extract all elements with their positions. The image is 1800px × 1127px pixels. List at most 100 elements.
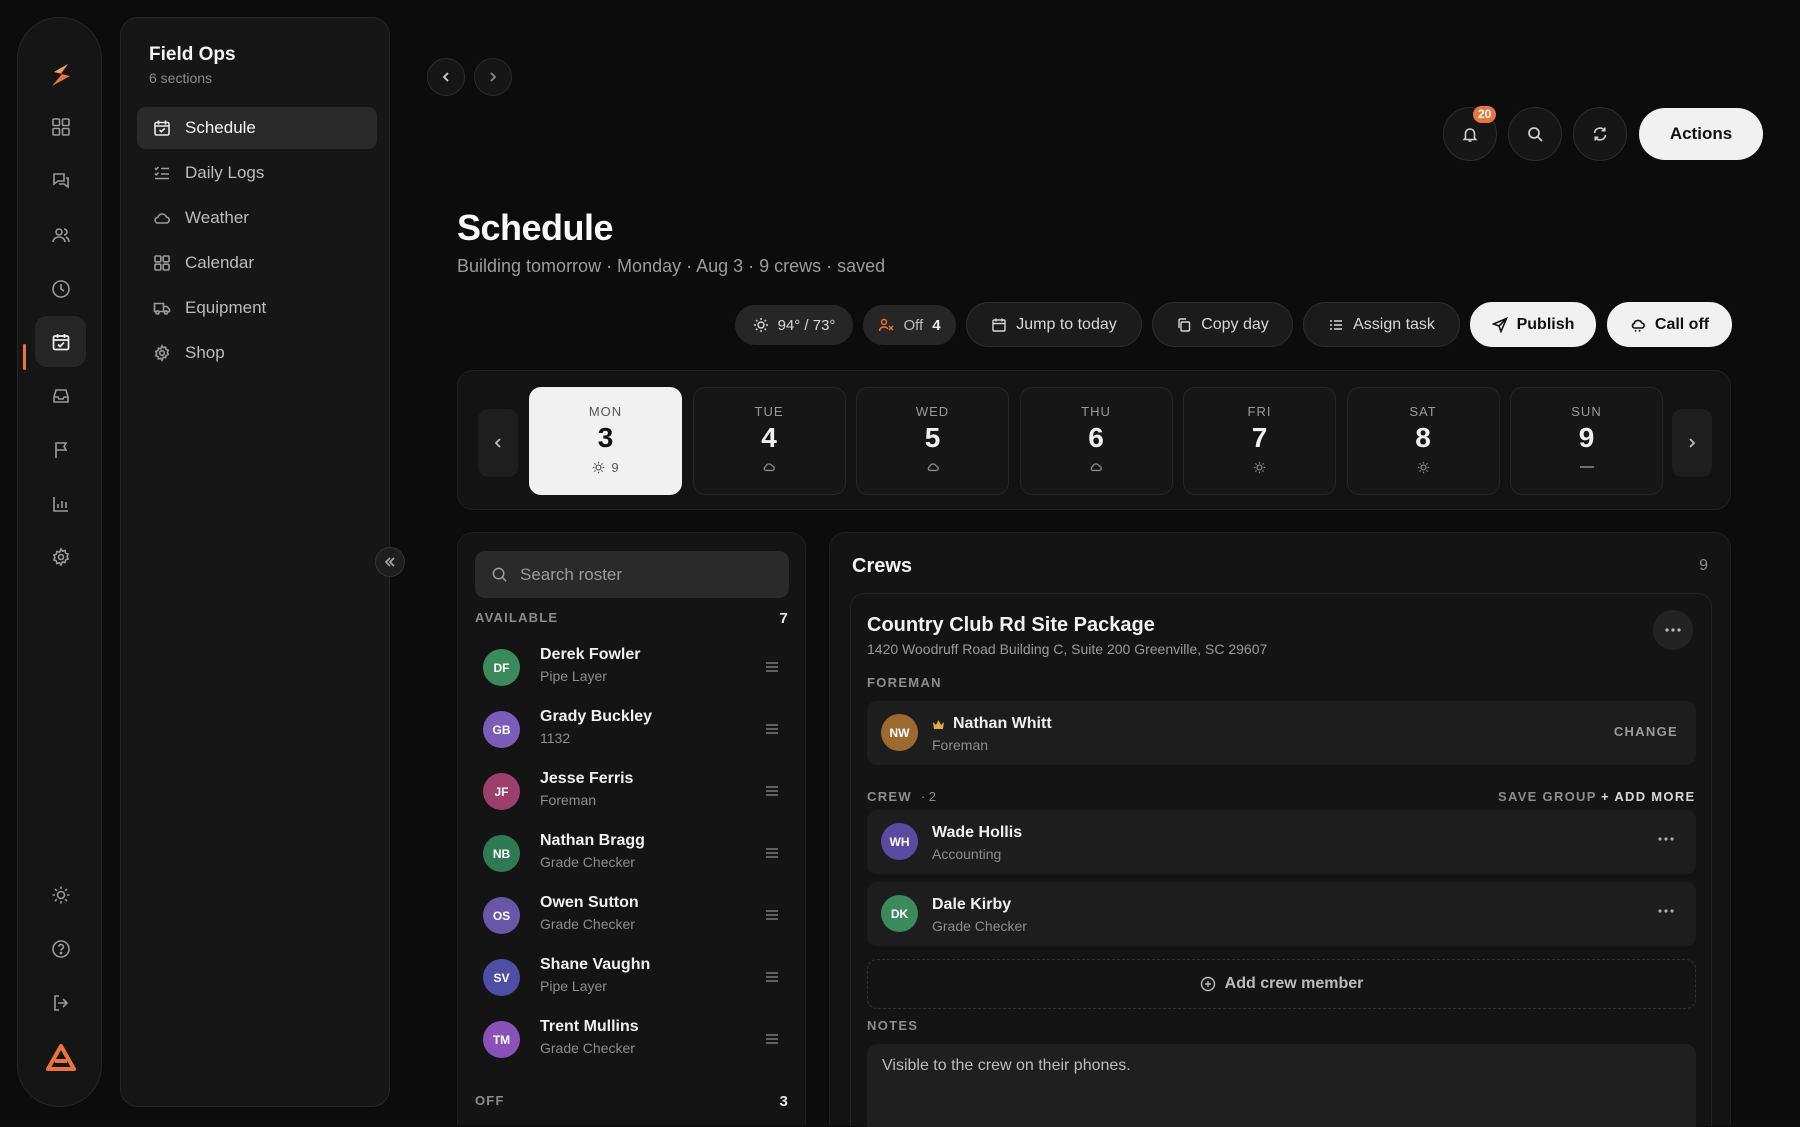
page-title: Schedule	[457, 207, 614, 248]
avatar: NW	[881, 714, 918, 751]
day-tile-mon[interactable]: MON 3 9	[529, 387, 682, 495]
roster-person[interactable]: JF Jesse Ferris Foreman	[483, 767, 789, 817]
clock-icon[interactable]	[35, 263, 86, 314]
theme-sun-icon[interactable]	[35, 869, 86, 920]
drag-handle-icon[interactable]	[765, 971, 779, 983]
roster-search-input[interactable]: Search roster	[475, 551, 789, 598]
day-name: SAT	[1409, 404, 1437, 419]
truck-icon	[153, 302, 171, 315]
sidebar-item-label: Weather	[185, 208, 249, 227]
publish-label: Publish	[1516, 315, 1575, 333]
sidebar-item-equipment[interactable]: Equipment	[137, 287, 377, 329]
flag-icon[interactable]	[35, 424, 86, 475]
sidebar-item-label: Shop	[185, 343, 225, 362]
collapse-sidebar-button[interactable]	[375, 547, 405, 577]
help-icon[interactable]	[35, 923, 86, 974]
settings-icon[interactable]	[35, 531, 86, 582]
person-role: 1132	[540, 730, 571, 746]
foreman-label: FOREMAN	[867, 675, 942, 690]
jump-to-today-label: Jump to today	[1016, 315, 1117, 333]
day-tile-thu[interactable]: THU 6	[1019, 387, 1173, 495]
day-tile-fri[interactable]: FRI 7	[1183, 387, 1336, 495]
search-icon	[1528, 127, 1543, 142]
inbox-icon[interactable]	[35, 370, 86, 421]
refresh-icon	[1593, 127, 1607, 141]
assign-task-button[interactable]: Assign task	[1303, 302, 1460, 347]
avatar: TM	[483, 1021, 520, 1058]
crew-member-row[interactable]: DK Dale Kirby Grade Checker	[867, 882, 1696, 946]
day-date: 8	[1415, 422, 1431, 453]
sidebar-item-label: Daily Logs	[185, 163, 265, 182]
roster-person[interactable]: OS Owen Sutton Grade Checker	[483, 891, 789, 941]
users-icon[interactable]	[35, 209, 86, 260]
drag-handle-icon[interactable]	[765, 847, 779, 859]
jump-to-today-button[interactable]: Jump to today	[966, 302, 1142, 347]
sidebar-item-shop[interactable]: Shop	[137, 332, 377, 374]
add-crew-member-button[interactable]: Add crew member	[867, 959, 1696, 1009]
add-more-button[interactable]: + ADD MORE	[1601, 789, 1696, 804]
sidebar-item-calendar[interactable]: Calendar	[137, 242, 377, 284]
roster-person[interactable]: GB Grady Buckley 1132	[483, 705, 789, 755]
crew-member-row[interactable]: WH Wade Hollis Accounting	[867, 810, 1696, 874]
app-logo-icon[interactable]	[18, 50, 103, 100]
add-crew-member-label: Add crew member	[1224, 975, 1364, 992]
back-button[interactable]	[427, 58, 465, 96]
roster-person[interactable]: TM Trent Mullins Grade Checker	[483, 1015, 789, 1065]
plus-circle-icon	[1200, 976, 1215, 992]
member-menu-button[interactable]	[1658, 837, 1674, 841]
day-tile-sat[interactable]: SAT 8	[1346, 387, 1500, 495]
day-tile-tue[interactable]: TUE 4	[692, 387, 846, 495]
crew-menu-button[interactable]	[1653, 610, 1693, 650]
chat-icon[interactable]	[35, 155, 86, 206]
prev-week-button[interactable]	[478, 409, 518, 477]
actions-button[interactable]: Actions	[1639, 108, 1763, 160]
drag-handle-icon[interactable]	[765, 785, 779, 797]
forward-button[interactable]	[474, 58, 512, 96]
next-week-button[interactable]	[1672, 409, 1712, 477]
member-role: Accounting	[932, 846, 1002, 862]
sidebar-item-schedule[interactable]: Schedule	[137, 107, 377, 149]
refresh-button[interactable]	[1573, 107, 1627, 161]
save-group-button[interactable]: SAVE GROUP	[1498, 789, 1597, 804]
avatar: SV	[483, 959, 520, 996]
avatar: DF	[483, 649, 520, 686]
copy-day-button[interactable]: Copy day	[1152, 302, 1293, 347]
crews-title: Crews	[852, 555, 913, 577]
roster-person[interactable]: NB Nathan Bragg Grade Checker	[483, 829, 789, 879]
search-button[interactable]	[1508, 107, 1562, 161]
schedule-calendar-icon[interactable]	[35, 316, 86, 367]
publish-button[interactable]: Publish	[1470, 302, 1596, 347]
sun-icon	[592, 461, 605, 474]
roster-person[interactable]: SV Shane Vaughn Pipe Layer	[483, 953, 789, 1003]
weather-text: 94° / 73°	[777, 316, 836, 334]
change-foreman-button[interactable]: CHANGE	[1614, 724, 1678, 739]
drag-handle-icon[interactable]	[765, 909, 779, 921]
drag-handle-icon[interactable]	[765, 1033, 779, 1045]
day-tile-sun[interactable]: SUN 9	[1510, 387, 1663, 495]
foreman-row[interactable]: NW Nathan Whitt Foreman CHANGE	[867, 701, 1696, 765]
off-label: Off	[903, 316, 924, 334]
notes-field[interactable]: Visible to the crew on their phones.	[867, 1044, 1696, 1127]
off-chip[interactable]: Off 4	[863, 305, 956, 345]
cloud-icon	[1089, 461, 1103, 473]
logout-icon[interactable]	[35, 977, 86, 1028]
day-name: THU	[1081, 404, 1111, 419]
call-off-button[interactable]: Call off	[1607, 302, 1732, 347]
more-horizontal-icon	[1658, 837, 1674, 841]
dashboard-icon[interactable]	[35, 101, 86, 152]
sidebar-item-weather[interactable]: Weather	[137, 197, 377, 239]
avatar: DK	[881, 895, 918, 932]
avatar: WH	[881, 823, 918, 860]
bar-chart-icon[interactable]	[35, 478, 86, 529]
drag-handle-icon[interactable]	[765, 661, 779, 673]
day-tile-wed[interactable]: WED 5	[856, 387, 1009, 495]
roster-person[interactable]: DF Derek Fowler Pipe Layer	[483, 643, 789, 693]
drag-handle-icon[interactable]	[765, 723, 779, 735]
available-label: AVAILABLE	[475, 610, 559, 625]
search-icon	[492, 567, 507, 582]
day-date: 6	[1088, 422, 1104, 453]
calendar-icon	[992, 318, 1006, 332]
weather-chip[interactable]: 94° / 73°	[735, 305, 853, 345]
member-menu-button[interactable]	[1658, 909, 1674, 913]
sidebar-item-daily-logs[interactable]: Daily Logs	[137, 152, 377, 194]
